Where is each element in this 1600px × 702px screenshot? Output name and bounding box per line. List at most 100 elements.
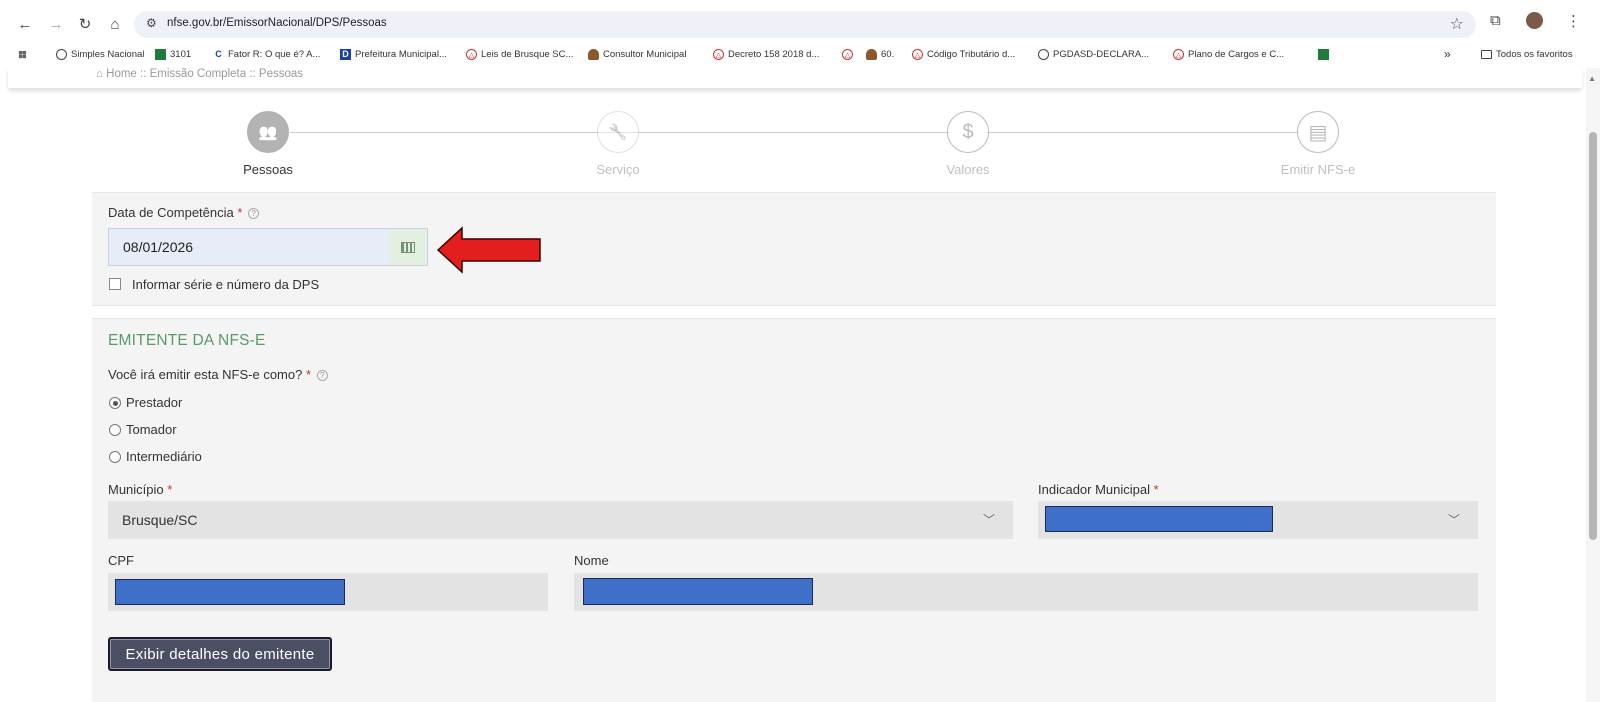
seal-icon: △ xyxy=(1173,49,1184,60)
extensions-icon[interactable]: ⧉ xyxy=(1490,12,1501,29)
indicador-select[interactable]: ﹀ xyxy=(1038,501,1478,539)
wrench-icon: 🔧 xyxy=(597,111,639,153)
radio-label[interactable]: Prestador xyxy=(126,395,182,410)
apps-grid-icon[interactable]: ▦ xyxy=(18,49,27,60)
person-icon xyxy=(588,49,599,60)
cpf-label: CPF xyxy=(108,553,134,568)
informar-serie-label[interactable]: Informar série e número da DPS xyxy=(132,277,319,292)
document-icon: ▤ xyxy=(1297,111,1339,153)
required-mark: * xyxy=(1153,482,1159,497)
address-bar[interactable]: ⚙ nfse.gov.br/EmissorNacional/DPS/Pessoa… xyxy=(134,11,1476,38)
step-1[interactable]: 👥 Pessoas xyxy=(188,111,348,177)
indicador-label: Indicador Municipal * xyxy=(1038,482,1159,497)
municipio-text: Município xyxy=(108,482,164,497)
bookmark-item[interactable]: △ Leis de Brusque SC... xyxy=(466,49,573,60)
radio-intermediário[interactable] xyxy=(109,451,121,463)
globe-icon xyxy=(1038,49,1049,60)
bookmark-star-icon[interactable]: ☆ xyxy=(1450,14,1464,34)
bookmark-item[interactable]: △ Decreto 158 2018 d... xyxy=(713,49,819,60)
indicador-text: Indicador Municipal xyxy=(1038,482,1151,497)
red-arrow-annotation xyxy=(436,226,541,274)
data-competencia-input[interactable]: 08/01/2026 xyxy=(108,228,428,266)
redacted-value xyxy=(1045,506,1273,532)
bookmark-item[interactable]: D Prefeitura Municipal... xyxy=(340,49,447,60)
step-2[interactable]: 🔧 Serviço xyxy=(538,111,698,177)
data-competencia-value[interactable]: 08/01/2026 xyxy=(123,239,193,255)
all-bookmarks-button[interactable]: Todos os favoritos xyxy=(1481,49,1573,60)
seal-icon: △ xyxy=(466,49,477,60)
forward-arrow-icon[interactable]: → xyxy=(45,13,67,35)
redacted-value xyxy=(115,579,345,605)
bookmark-item[interactable]: 3101 xyxy=(155,49,191,60)
step-3[interactable]: $ Valores xyxy=(888,111,1048,177)
d-logo-icon: D xyxy=(340,49,351,60)
people-icon: 👥 xyxy=(247,111,289,153)
municipio-label: Município * xyxy=(108,482,172,497)
more-bookmarks-chevron-icon[interactable]: » xyxy=(1444,47,1451,61)
bookmark-label: 3101 xyxy=(170,49,192,60)
breadcrumb-text[interactable]: Home :: Emissão Completa :: Pessoas xyxy=(106,68,303,80)
nome-field[interactable] xyxy=(574,573,1478,611)
municipio-select[interactable]: Brusque/SC ﹀ xyxy=(108,501,1013,539)
redacted-value xyxy=(583,578,813,605)
radio-label[interactable]: Tomador xyxy=(126,422,177,437)
bookmark-item[interactable]: △ Plano de Cargos e C... xyxy=(1173,49,1284,60)
bookmark-label: Plano de Cargos e C... xyxy=(1188,49,1285,60)
bookmark-label: Simples Nacional xyxy=(71,49,145,60)
step-label: Emitir NFS-e xyxy=(1280,162,1356,177)
home-breadcrumb-icon: ⌂ xyxy=(96,68,107,80)
data-competencia-label: Data de Competência * ? xyxy=(108,205,260,220)
stepper-line xyxy=(290,132,1320,133)
calendar-icon xyxy=(401,241,415,253)
bookmark-item[interactable] xyxy=(1318,49,1329,60)
flag-icon xyxy=(155,49,166,60)
step-label: Pessoas xyxy=(243,162,293,177)
help-icon[interactable]: ? xyxy=(248,208,260,219)
radio-prestador[interactable] xyxy=(109,397,121,409)
radio-label[interactable]: Intermediário xyxy=(126,449,202,464)
address-url[interactable]: nfse.gov.br/EmissorNacional/DPS/Pessoas xyxy=(167,17,387,29)
informar-serie-checkbox[interactable] xyxy=(109,278,121,290)
exibir-detalhes-button[interactable]: Exibir detalhes do emitente xyxy=(108,637,332,671)
folder-icon xyxy=(1481,50,1492,59)
cpf-field[interactable] xyxy=(108,573,548,611)
reload-icon[interactable]: ↻ xyxy=(74,13,96,35)
bookmark-item[interactable]: PGDASD-DECLARA... xyxy=(1038,49,1149,60)
bookmark-item[interactable]: △ Código Tributário d... xyxy=(912,49,1015,60)
bookmark-item[interactable]: △ xyxy=(842,49,853,60)
bookmark-item[interactable]: C Fator R: O que é? A... xyxy=(213,49,320,60)
bookmark-label: PGDASD-DECLARA... xyxy=(1053,49,1150,60)
step-label: Serviço xyxy=(596,162,640,177)
menu-dots-icon[interactable]: ⋮ xyxy=(1566,12,1581,30)
c-logo-icon: C xyxy=(215,49,222,59)
scroll-up-icon[interactable]: ▲ xyxy=(1588,74,1596,83)
scroll-thumb[interactable] xyxy=(1589,132,1597,540)
emitente-title: EMITENTE DA NFS-E xyxy=(108,332,266,349)
chevron-down-icon: ﹀ xyxy=(1447,513,1460,527)
back-arrow-icon[interactable]: ← xyxy=(14,13,36,35)
required-mark: * xyxy=(237,205,243,220)
page-content: ⌂ Home :: Emissão Completa :: Pessoas ▲ … xyxy=(0,68,1600,702)
site-settings-icon[interactable]: ⚙ xyxy=(146,16,157,30)
bookmark-label: Consultor Municipal xyxy=(603,49,687,60)
bookmark-label: Fator R: O que é? A... xyxy=(228,49,321,60)
page-scrollbar[interactable]: ▲ xyxy=(1586,68,1600,702)
seal-icon: △ xyxy=(912,49,923,60)
profile-avatar[interactable] xyxy=(1526,12,1543,29)
date-section: Data de Competência * ? 08/01/2026 Infor… xyxy=(92,192,1496,306)
emitir-como-text: Você irá emitir esta NFS-e como? xyxy=(108,367,303,382)
required-mark: * xyxy=(305,367,312,382)
dollar-icon: $ xyxy=(947,111,989,153)
bookmark-item[interactable]: Consultor Municipal xyxy=(588,49,686,60)
step-4[interactable]: ▤ Emitir NFS-e xyxy=(1238,111,1398,177)
help-icon[interactable]: ? xyxy=(316,370,328,381)
bookmark-label: 60. xyxy=(881,49,895,60)
radio-tomador[interactable] xyxy=(109,424,121,436)
home-icon[interactable]: ⌂ xyxy=(104,13,126,35)
bookmark-item[interactable]: 60. xyxy=(866,49,894,60)
calendar-button[interactable] xyxy=(389,229,427,265)
seal-icon: △ xyxy=(842,49,853,60)
flag-icon xyxy=(1318,49,1329,60)
bookmark-item[interactable]: Simples Nacional xyxy=(56,49,144,60)
bookmarks-bar: ▦ » Todos os favoritos Simples Nacional 3… xyxy=(0,46,1600,68)
